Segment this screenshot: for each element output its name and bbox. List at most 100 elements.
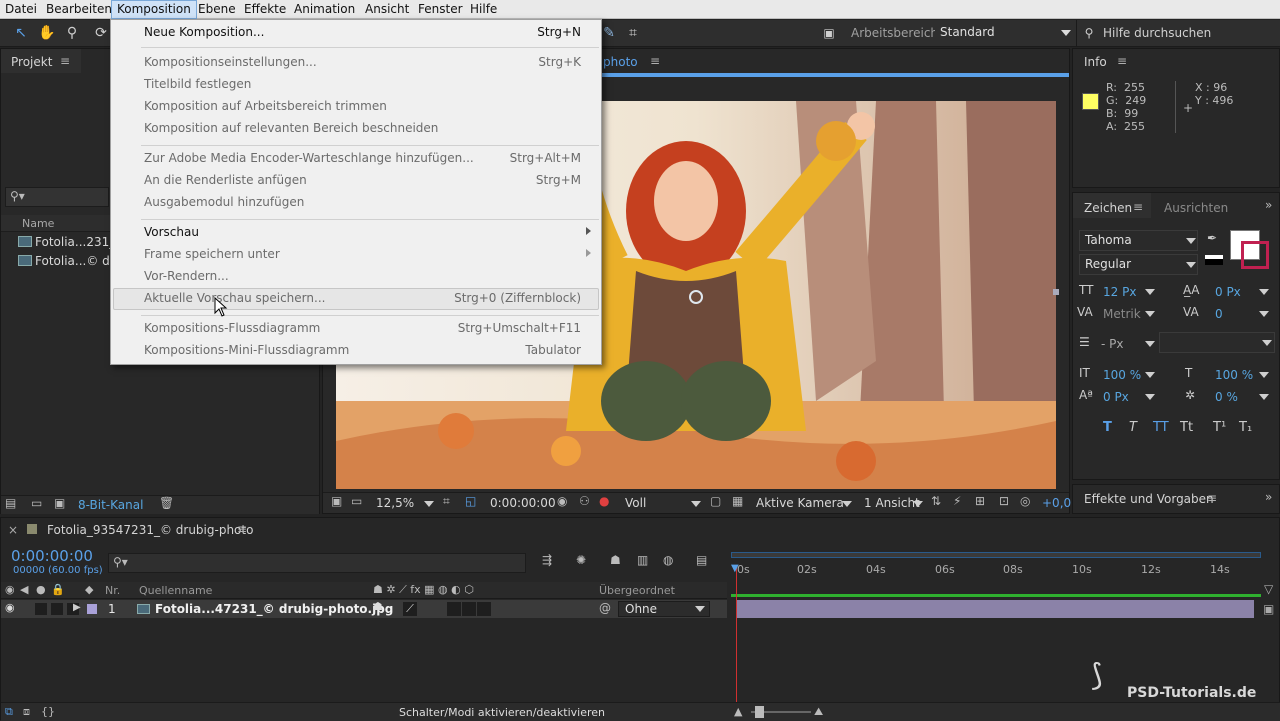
timeline-tab[interactable]: Fotolia_93547231_© drubig-photo [47,523,253,537]
project-item[interactable]: Fotolia...© dru [1,252,122,270]
column-name[interactable]: Name [22,217,54,230]
panel-menu-icon[interactable]: ≡ [237,522,247,536]
resize-handle[interactable] [1053,289,1059,295]
toggle-pixel-icon[interactable]: ⇅ [931,494,941,508]
menu-datei[interactable]: Datei [0,0,42,19]
workspace-select[interactable]: Standard [935,23,1073,44]
layer-name[interactable]: Fotolia...47231_© drubig-photo.jpg [155,602,393,616]
zoom-in-icon[interactable]: ⛰ [814,705,823,719]
menu-hilfe[interactable]: Hilfe [465,0,502,19]
menu-animation[interactable]: Animation [289,0,360,19]
tab-ausrichten[interactable]: Ausrichten [1164,201,1228,215]
time-ruler[interactable]: 0s 02s 04s 06s 08s 10s 12s 14s [731,548,1261,588]
comp-button-icon[interactable]: ▽ [1264,582,1273,596]
transparency-grid-icon[interactable]: ▦ [732,494,743,508]
menu-item-trimmen[interactable]: Komposition auf Arbeitsbereich trimmen [111,96,601,118]
small-caps-button[interactable]: Tt [1180,420,1193,435]
reset-exposure-icon[interactable]: ◎ [1020,494,1030,508]
zoom-value[interactable]: 12,5% [376,496,414,510]
leading[interactable]: 0 Px [1215,285,1241,299]
faux-bold-button[interactable]: T [1103,420,1112,435]
superscript-button[interactable]: T¹ [1213,420,1226,435]
frame-blending-icon[interactable]: ▥ [637,553,648,567]
effect-switch[interactable] [447,602,461,616]
shy-icon[interactable]: ☗ [610,553,621,567]
flowchart-icon[interactable]: ⊡ [999,494,1009,508]
selection-tool-icon[interactable]: ↖ [12,24,30,42]
font-family-select[interactable]: Tahoma [1079,230,1198,251]
zoom-slider-thumb[interactable] [755,706,764,718]
expand-icon[interactable]: » [1265,198,1272,212]
expand-layer-icon[interactable]: ▶ [73,602,81,613]
zoom-out-icon[interactable]: ▲ [734,705,742,718]
horizontal-scale[interactable]: 100 % [1215,368,1253,382]
menu-item-kompositionseinstellungen[interactable]: Kompositionseinstellungen... Strg+K [111,52,601,74]
graph-editor-icon[interactable]: ▤ [696,553,707,567]
menu-item-mini-flussdiagramm[interactable]: Kompositions-Mini-Flussdiagramm Tabulato… [111,340,601,362]
menu-item-ausgabemodul[interactable]: Ausgabemodul hinzufügen [111,192,601,214]
exposure-value[interactable]: +0,0 [1042,496,1071,510]
menu-item-vorschau-speichern[interactable]: Aktuelle Vorschau speichern... Strg+0 (Z… [111,288,601,310]
stroke-type-select[interactable] [1159,332,1275,353]
vertical-scale[interactable]: 100 % [1103,368,1141,382]
camera-snapshot-icon[interactable]: ◉ [557,494,567,508]
rotate-tool-icon[interactable]: ⟳ [92,24,110,42]
stroke-color-swatch[interactable] [1241,241,1269,269]
help-search-input[interactable]: Hilfe durchsuchen [1103,26,1211,40]
pin-tool-icon[interactable]: ✎ [600,24,618,42]
interpret-footage-icon[interactable]: ▤ [5,496,16,510]
draft-3d-icon[interactable]: ✺ [576,553,586,567]
frame-blend-switch[interactable] [462,602,476,616]
panel-menu-icon[interactable]: ≡ [1207,491,1217,505]
default-colors-icon[interactable] [1205,255,1223,265]
panel-menu-icon[interactable]: ≡ [650,54,660,68]
layer-duration-bar[interactable] [736,600,1254,618]
work-area-bar[interactable] [731,552,1261,558]
show-snapshot-icon[interactable]: ⚇ [579,494,590,508]
menu-item-frame-speichern[interactable]: Frame speichern unter [111,244,601,266]
composition-tab[interactable]: photo [603,55,638,69]
expand-icon[interactable]: » [1265,490,1272,504]
menu-item-flussdiagramm[interactable]: Kompositions-Flussdiagramm Strg+Umschalt… [111,318,601,340]
new-folder-icon[interactable]: ▭ [31,496,42,510]
fast-preview-icon[interactable]: ⚡ [953,494,961,508]
timeline-search-input[interactable]: ⚲▾ [108,553,526,573]
column-parent[interactable]: Übergeordnet [599,584,675,597]
menu-ansicht[interactable]: Ansicht [360,0,414,19]
new-comp-icon[interactable]: ▣ [54,496,65,510]
playhead-handle-icon[interactable]: ▼ [731,563,739,574]
panel-menu-icon[interactable]: ≡ [1117,54,1127,68]
safe-area-icon[interactable]: ⌗ [443,494,450,509]
visibility-icon[interactable]: ◉ [5,601,15,614]
panel-menu-icon[interactable]: ≡ [60,54,70,68]
project-search-input[interactable]: ⚲▾ [5,187,109,207]
snap-icon[interactable]: ⌗ [624,24,642,42]
motion-blur-switch[interactable] [477,602,491,616]
parent-select[interactable]: Ohne [618,601,710,617]
font-style-select[interactable]: Regular [1079,254,1198,275]
label-color[interactable] [87,604,97,614]
quality-switch[interactable]: ⟋ [403,602,417,616]
mask-icon[interactable]: ◱ [465,494,476,508]
layer-switches-icon[interactable]: ⧉ [5,705,13,719]
menu-bearbeiten[interactable]: Bearbeiten [41,0,117,19]
views-select[interactable]: 1 Ansicht [864,496,920,510]
transfer-controls-icon[interactable]: ⧈ [23,705,30,719]
audio-toggle[interactable] [35,603,47,615]
trash-icon[interactable]: 🗑 [159,496,174,510]
current-time[interactable]: 0:00:00:00 [11,547,93,565]
font-size[interactable]: 12 Px [1103,285,1136,299]
kerning-value[interactable]: Metrik [1103,307,1141,321]
menu-item-neue-komposition[interactable]: Neue Komposition... Strg+N [111,22,601,44]
column-source[interactable]: Quellenname [139,584,212,597]
menu-effekte[interactable]: Effekte [239,0,291,19]
resolution-value[interactable]: Voll [625,496,646,510]
playhead[interactable] [736,568,737,721]
menu-fenster[interactable]: Fenster [413,0,468,19]
layer-bar-icon[interactable]: ▣ [1263,602,1274,616]
always-preview-icon[interactable]: ▣ [331,494,342,508]
toggle-switches-modes[interactable]: Schalter/Modi aktivieren/deaktivieren [399,706,605,719]
pickwhip-icon[interactable]: @ [599,601,611,615]
hand-tool-icon[interactable]: ✋ [38,24,56,42]
timeline-icon[interactable]: ⊞ [975,494,985,508]
